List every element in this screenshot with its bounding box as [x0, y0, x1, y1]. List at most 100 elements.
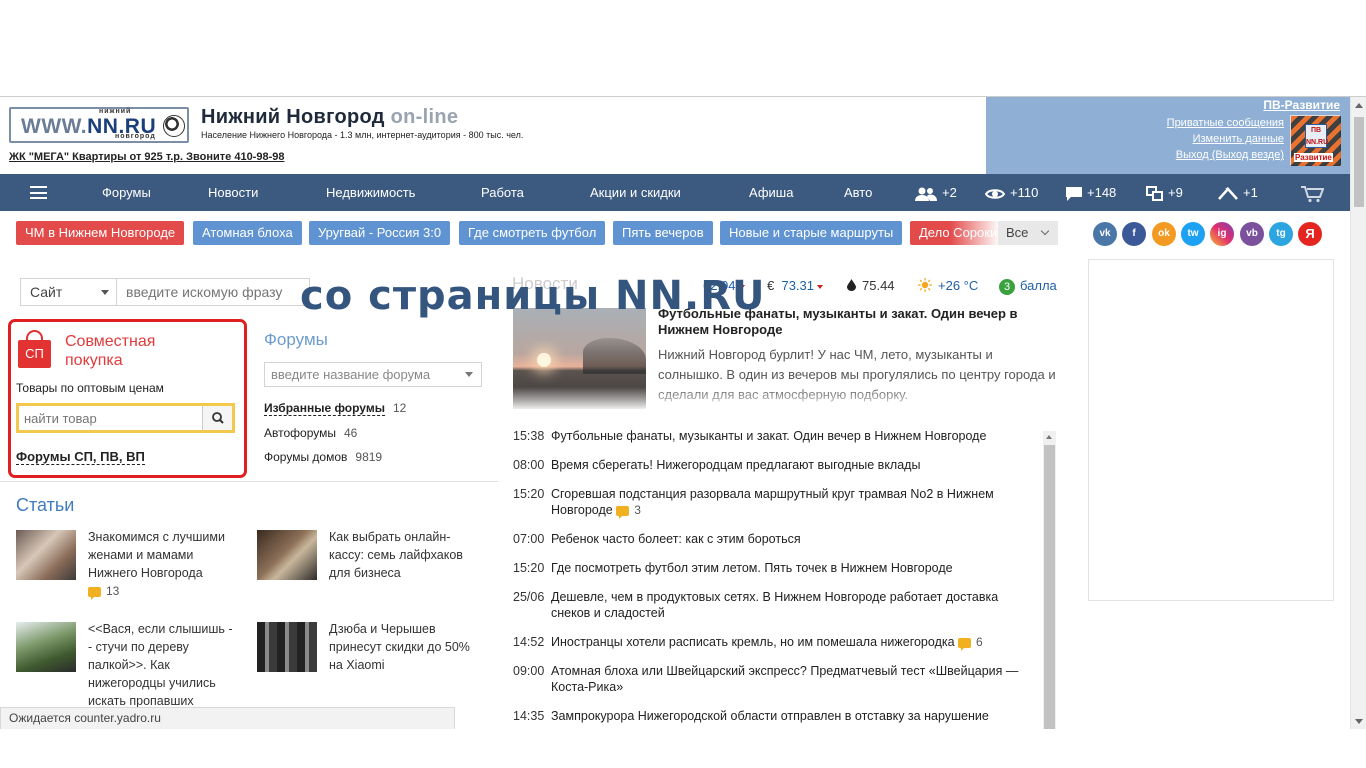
- facebook-icon[interactable]: f: [1122, 222, 1146, 246]
- tag-item[interactable]: ЧМ в Нижнем Новгороде: [16, 221, 185, 245]
- scroll-down-arrow-icon[interactable]: [1355, 719, 1363, 724]
- tag-item[interactable]: Пять вечеров: [613, 221, 713, 245]
- nav-auto[interactable]: Авто: [844, 174, 872, 211]
- scroll-up-arrow-icon[interactable]: [1355, 103, 1363, 108]
- article-title[interactable]: Знакомимся с лучшими женами и мамами Ниж…: [88, 530, 225, 580]
- tag-fade: [950, 221, 1000, 247]
- viber-icon[interactable]: vb: [1240, 222, 1264, 246]
- nav-afisha[interactable]: Афиша: [749, 174, 793, 211]
- news-title[interactable]: Футбольные фанаты, музыканты и закат. Од…: [551, 428, 1031, 444]
- forum-row-houses: Форумы домов 9819: [264, 450, 382, 464]
- forum-row-label[interactable]: Избранные форумы: [264, 401, 385, 416]
- comment-count: 3: [616, 502, 641, 519]
- tag-item[interactable]: Уругвай - Россия 3:0: [309, 221, 451, 245]
- forum-row-count: 9819: [355, 450, 383, 464]
- nav-deals[interactable]: Акции и скидки: [590, 174, 681, 211]
- articles-title[interactable]: Статьи: [16, 495, 74, 516]
- article-item[interactable]: Дзюба и Черышев принесут скидки до 50% н…: [329, 620, 479, 674]
- article-title[interactable]: Как выбрать онлайн-кассу: семь лайфхаков…: [329, 530, 463, 580]
- article-item[interactable]: Как выбрать онлайн-кассу: семь лайфхаков…: [329, 528, 479, 582]
- vk-icon[interactable]: vk: [1093, 222, 1117, 246]
- down-arrow-icon: [817, 284, 824, 289]
- article-thumbnail[interactable]: [257, 622, 317, 672]
- weather[interactable]: +26 °C: [918, 278, 978, 293]
- twitter-icon[interactable]: tw: [1181, 222, 1205, 246]
- logout-link[interactable]: Выход (Выход везде): [1176, 149, 1284, 161]
- nav-cart[interactable]: [1300, 174, 1329, 211]
- article-item[interactable]: <<Вася, если слышишь - - стучи по дереву…: [88, 620, 238, 710]
- forum-row-label[interactable]: Автофорумы: [264, 426, 336, 440]
- forum-select[interactable]: введите название форума: [264, 362, 482, 387]
- news-title[interactable]: Время сберегать! Нижегородцам предлагают…: [551, 457, 1031, 473]
- news-title[interactable]: Иностранцы хотели расписать кремль, но и…: [551, 635, 955, 649]
- tag-item[interactable]: Где смотреть футбол: [459, 221, 606, 245]
- nav-stat-up[interactable]: +1: [1218, 174, 1258, 211]
- nav-stat-windows[interactable]: +9: [1146, 174, 1183, 211]
- logo-city-bottom: новгород: [115, 133, 156, 140]
- menu-icon[interactable]: [30, 186, 47, 199]
- product-search-button[interactable]: [202, 406, 232, 430]
- telegram-icon[interactable]: tg: [1269, 222, 1293, 246]
- article-thumbnail[interactable]: [16, 622, 76, 672]
- source-watermark: со страницы NN.RU: [300, 273, 766, 319]
- news-title-wrap[interactable]: Иностранцы хотели расписать кремль, но и…: [551, 634, 1031, 651]
- search-scope-select[interactable]: Сайт: [21, 279, 117, 305]
- nav-news[interactable]: Новости: [208, 174, 258, 211]
- change-data-link[interactable]: Изменить данные: [1193, 133, 1284, 145]
- news-time: 08:00: [513, 458, 545, 472]
- nav-realty[interactable]: Недвижимость: [326, 174, 415, 211]
- news-title[interactable]: Зампрокурора Нижегородской области отпра…: [551, 708, 1031, 724]
- sp-forums-link[interactable]: Форумы СП, ПВ, ВП: [16, 449, 145, 465]
- site-header: нижний WWW.NN.RU новгород Нижний Новгоро…: [0, 97, 986, 174]
- article-item[interactable]: Знакомимся с лучшими женами и мамами Ниж…: [88, 528, 238, 600]
- private-messages-link[interactable]: Приватные сообщения: [1167, 117, 1284, 129]
- pv-title-link[interactable]: ПВ-Развитие: [1263, 98, 1340, 112]
- news-time: 14:35: [513, 709, 545, 723]
- forums-title[interactable]: Форумы: [264, 330, 328, 350]
- temperature-value: +26 °C: [938, 278, 979, 293]
- instagram-icon[interactable]: ig: [1210, 222, 1234, 246]
- all-tags-button[interactable]: Все: [998, 221, 1058, 245]
- comment-count-value: 13: [106, 584, 120, 598]
- product-search-input[interactable]: [19, 406, 202, 430]
- news-title-wrap[interactable]: Сгоревшая подстанция разорвала маршрутны…: [551, 486, 1031, 519]
- comment-count-value: 6: [976, 635, 983, 649]
- nav-stat-messages[interactable]: +148: [1066, 174, 1116, 211]
- page-scroll-thumb[interactable]: [1354, 117, 1364, 207]
- news-scrollbar[interactable]: [1043, 431, 1056, 729]
- nav-jobs[interactable]: Работа: [481, 174, 524, 211]
- site-logo[interactable]: нижний WWW.NN.RU новгород: [9, 107, 189, 143]
- pv-development-badge[interactable]: ПВ NN.RU Развитие: [1290, 115, 1341, 166]
- ad-link[interactable]: ЖК "МЕГА" Квартиры от 925 т.р. Звоните 4…: [9, 151, 284, 163]
- views-count: +110: [1010, 185, 1039, 200]
- article-title[interactable]: Дзюба и Черышев принесут скидки до 50% н…: [329, 622, 470, 672]
- tag-item[interactable]: Новые и старые маршруты: [720, 221, 903, 245]
- yandex-icon[interactable]: Я: [1298, 222, 1322, 246]
- odnoklassniki-icon[interactable]: ok: [1152, 222, 1176, 246]
- traffic-score[interactable]: 3 балла: [999, 278, 1057, 295]
- page-scrollbar[interactable]: [1350, 97, 1366, 729]
- scroll-up-icon[interactable]: [1046, 435, 1052, 439]
- article-thumbnail[interactable]: [257, 530, 317, 580]
- news-title[interactable]: Дешевле, чем в продуктовых сетях. В Нижн…: [551, 589, 1031, 621]
- search-input[interactable]: [118, 279, 308, 305]
- nav-stat-friends[interactable]: +2: [915, 174, 957, 211]
- chat-icon: [1066, 186, 1082, 201]
- news-time: 15:20: [513, 561, 545, 575]
- article-thumbnail[interactable]: [16, 530, 76, 580]
- forum-row-count: 12: [392, 401, 407, 415]
- tag-item[interactable]: Атомная блоха: [193, 221, 302, 245]
- oil-value: 75.44: [862, 278, 895, 293]
- news-title[interactable]: Атомная блоха или Швейцарский экспресс? …: [551, 663, 1031, 695]
- news-scroll-thumb[interactable]: [1044, 445, 1055, 729]
- forum-row-label[interactable]: Форумы домов: [264, 450, 347, 464]
- news-title[interactable]: Ребенок часто болеет: как с этим боротьс…: [551, 531, 1031, 547]
- joint-purchase-title[interactable]: Совместная покупка: [65, 332, 205, 370]
- sun-icon: [918, 278, 932, 292]
- dropdown-arrow-icon: [465, 372, 473, 377]
- forum-row-auto: Автофорумы 46: [264, 426, 357, 440]
- nav-stat-views[interactable]: +110: [985, 174, 1038, 211]
- nav-forums[interactable]: Форумы: [102, 174, 151, 211]
- article-title[interactable]: <<Вася, если слышишь - - стучи по дереву…: [88, 622, 233, 708]
- news-title[interactable]: Где посмотреть футбол этим летом. Пять т…: [551, 560, 1031, 576]
